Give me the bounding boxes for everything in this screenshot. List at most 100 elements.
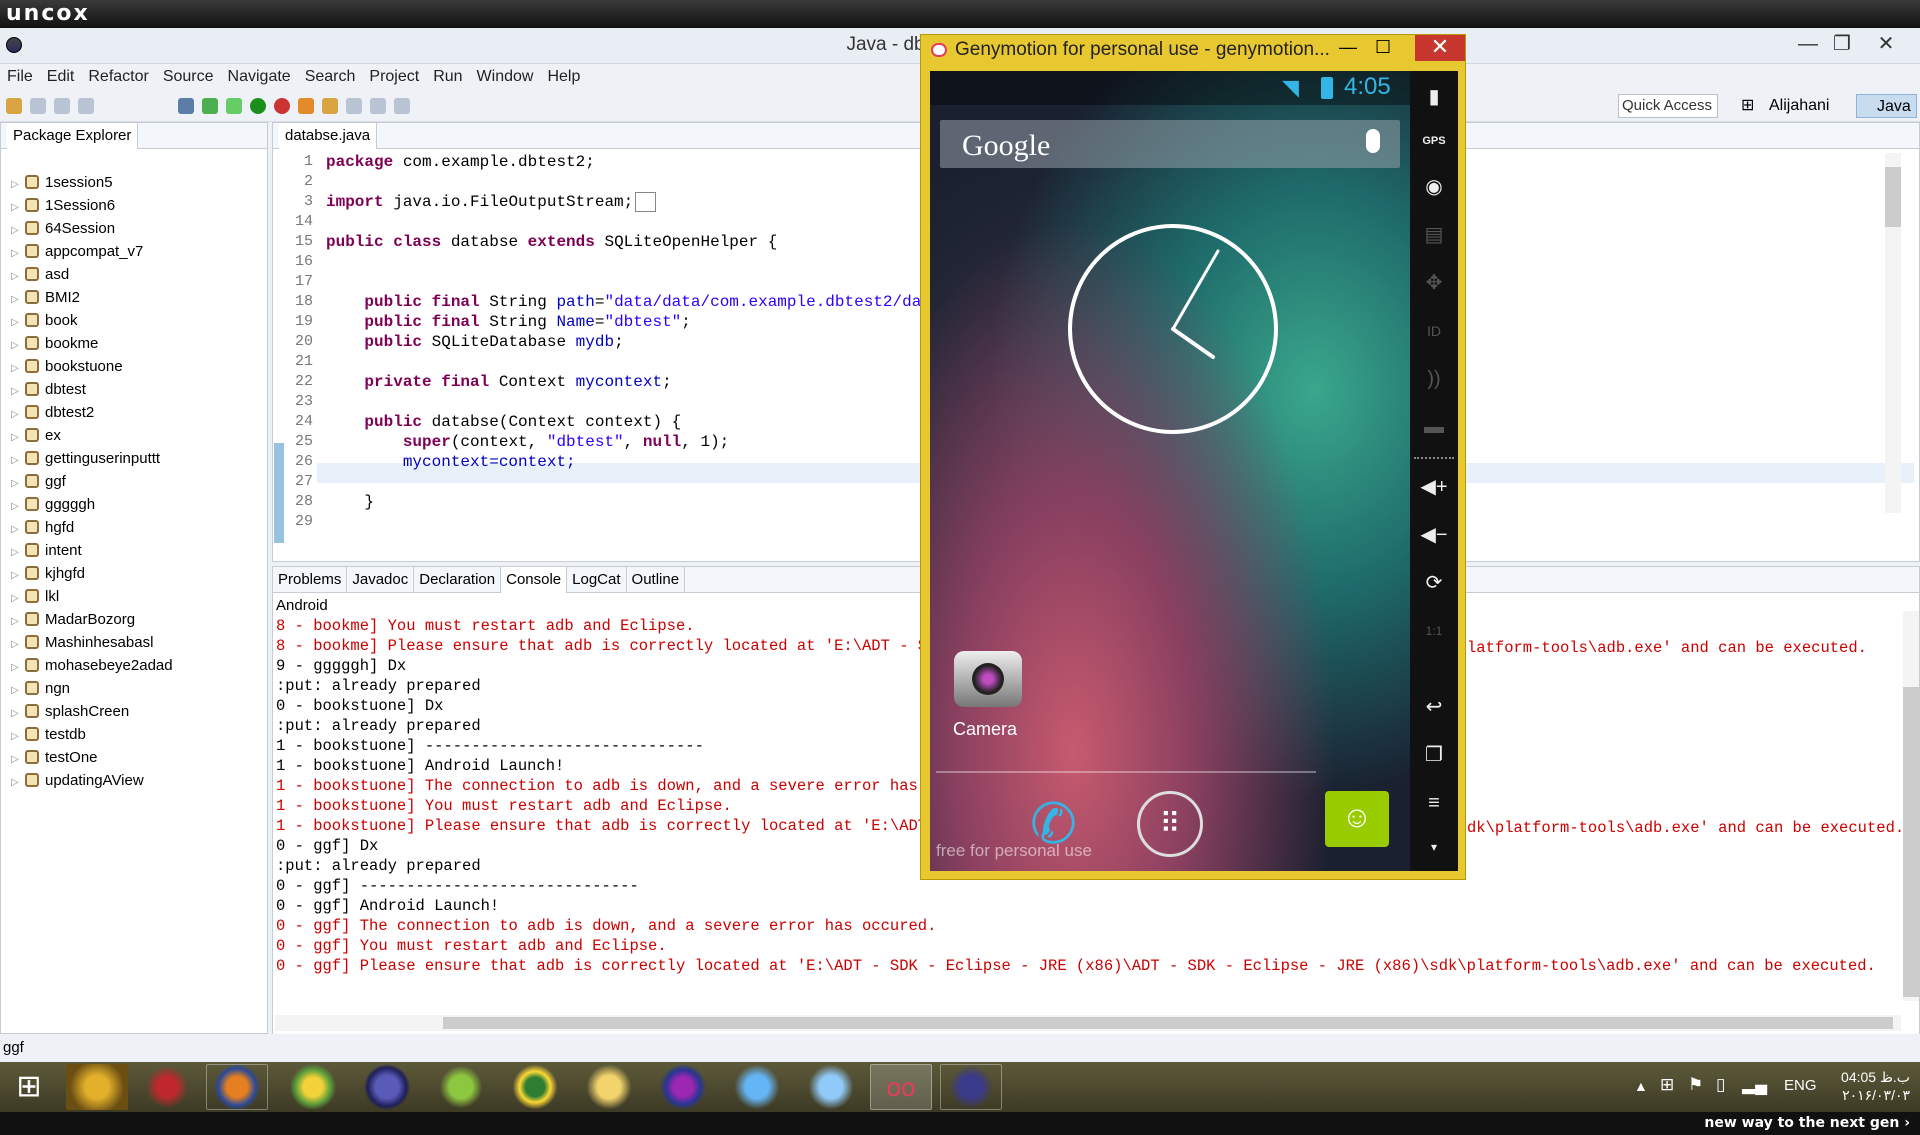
project-item[interactable]: ▷ updatingAView — [1, 769, 267, 792]
taskbar-firefox-icon[interactable] — [206, 1064, 268, 1110]
debug-icon[interactable] — [226, 98, 242, 114]
tray-battery-icon[interactable]: ▯ — [1716, 1075, 1725, 1095]
expand-arrow-icon[interactable]: ▷ — [11, 219, 25, 242]
expand-arrow-icon[interactable]: ▷ — [11, 265, 25, 288]
project-item[interactable]: ▷ dbtest2 — [1, 401, 267, 424]
project-item[interactable]: ▷ hgfd — [1, 516, 267, 539]
microphone-icon[interactable] — [1366, 129, 1380, 153]
sms-widget-icon[interactable]: ▬ — [1418, 411, 1450, 443]
expand-arrow-icon[interactable]: ▷ — [11, 357, 25, 380]
sidebar-more-icon[interactable]: ▾ — [1418, 831, 1450, 863]
code-line-1[interactable]: package com.example.dbtest2; — [326, 153, 595, 171]
expand-arrow-icon[interactable]: ▷ — [11, 472, 25, 495]
console-hscroll-thumb[interactable] — [443, 1017, 1893, 1029]
taskbar-winrar-icon[interactable] — [652, 1064, 714, 1110]
project-item[interactable]: ▷ asd — [1, 263, 267, 286]
expand-arrow-icon[interactable]: ▷ — [11, 173, 25, 196]
expand-arrow-icon[interactable]: ▷ — [11, 380, 25, 403]
project-item[interactable]: ▷ ex — [1, 424, 267, 447]
save-icon[interactable] — [30, 98, 46, 114]
menu-help[interactable]: Help — [540, 64, 587, 90]
search-icon[interactable] — [346, 98, 362, 114]
console-scroll-thumb[interactable] — [1903, 687, 1919, 997]
open-type-icon[interactable] — [322, 98, 338, 114]
tab-javadoc[interactable]: Javadoc — [347, 567, 415, 593]
expand-arrow-icon[interactable]: ▷ — [11, 656, 25, 679]
back-button-icon[interactable]: ↩ — [1418, 691, 1450, 723]
menu-run[interactable]: Run — [426, 64, 469, 90]
expand-arrow-icon[interactable]: ▷ — [11, 679, 25, 702]
expand-arrow-icon[interactable]: ▷ — [11, 449, 25, 472]
perspective-alijahani[interactable]: Alijahani — [1764, 94, 1834, 118]
expand-arrow-icon[interactable]: ▷ — [11, 518, 25, 541]
menu-refactor[interactable]: Refactor — [81, 64, 155, 90]
network-widget-icon[interactable]: )) — [1418, 363, 1450, 395]
menu-navigate[interactable]: Navigate — [221, 64, 298, 90]
code-line-19[interactable]: public final String Name="dbtest"; — [326, 313, 690, 331]
genymotion-minimize-button[interactable]: — — [1339, 37, 1357, 58]
tab-logcat[interactable]: LogCat — [567, 567, 627, 593]
taskbar-genymotion-icon[interactable]: oo — [870, 1064, 932, 1110]
project-item[interactable]: ▷ bookstuone — [1, 355, 267, 378]
taskbar-eclipse-active-icon[interactable] — [940, 1064, 1002, 1110]
expand-arrow-icon[interactable]: ▷ — [11, 242, 25, 265]
battery-widget-icon[interactable]: ▮ — [1418, 81, 1450, 113]
taskbar-eclipse-icon[interactable] — [356, 1064, 418, 1110]
project-item[interactable]: ▷ dbtest — [1, 378, 267, 401]
tray-expand-icon[interactable]: ▲ — [1634, 1078, 1648, 1094]
code-line-28[interactable]: } — [326, 493, 374, 511]
save-all-icon[interactable] — [54, 98, 70, 114]
recent-apps-icon[interactable]: ❐ — [1418, 739, 1450, 771]
new-class-icon[interactable] — [298, 98, 314, 114]
code-line-20[interactable]: public SQLiteDatabase mydb; — [326, 333, 623, 351]
project-item[interactable]: ▷ 64Session — [1, 217, 267, 240]
external-tools-icon[interactable] — [274, 98, 290, 114]
taskbar-remote-icon[interactable] — [800, 1064, 862, 1110]
taskbar-wow-icon[interactable] — [66, 1064, 128, 1110]
remote-control-icon[interactable]: ✥ — [1418, 267, 1450, 299]
menu-button-icon[interactable]: ≡ — [1418, 787, 1450, 819]
tray-language[interactable]: ENG — [1784, 1077, 1817, 1094]
taskbar-app-icon[interactable] — [136, 1064, 198, 1110]
expand-arrow-icon[interactable]: ▷ — [11, 702, 25, 725]
camera-app-icon[interactable] — [954, 651, 1022, 707]
maximize-button[interactable]: ❐ — [1822, 32, 1862, 58]
code-line-22[interactable]: private final Context mycontext; — [326, 373, 671, 391]
project-item[interactable]: ▷ appcompat_v7 — [1, 240, 267, 263]
analog-clock-widget[interactable] — [1065, 221, 1281, 437]
start-button[interactable]: ⊞ — [4, 1064, 54, 1110]
expand-arrow-icon[interactable]: ▷ — [11, 771, 25, 794]
expand-arrow-icon[interactable]: ▷ — [11, 633, 25, 656]
volume-up-icon[interactable]: ◀+ — [1418, 471, 1450, 503]
close-button[interactable]: ✕ — [1860, 32, 1912, 58]
expand-arrow-icon[interactable]: ▷ — [11, 495, 25, 518]
code-line-15[interactable]: public class databse extends SQLiteOpenH… — [326, 233, 777, 251]
menu-edit[interactable]: Edit — [40, 64, 82, 90]
tray-windows-icon[interactable]: ⊞ — [1660, 1075, 1674, 1095]
expand-arrow-icon[interactable]: ▷ — [11, 564, 25, 587]
open-perspective-icon[interactable]: ⊞ — [1736, 94, 1754, 118]
code-line-24[interactable]: public databse(Context context) { — [326, 413, 681, 431]
taskbar-media-icon[interactable] — [726, 1064, 788, 1110]
tab-package-explorer[interactable]: Package Explorer — [7, 123, 139, 149]
project-item[interactable]: ▷ 1session5 — [1, 171, 267, 194]
volume-down-icon[interactable]: ◀− — [1418, 519, 1450, 551]
expand-arrow-icon[interactable]: ▷ — [11, 311, 25, 334]
project-item[interactable]: ▷ book — [1, 309, 267, 332]
screencast-widget-icon[interactable]: ▤ — [1418, 219, 1450, 251]
print-icon[interactable] — [78, 98, 94, 114]
menu-file[interactable]: File — [0, 64, 40, 90]
taskbar-app3-icon[interactable] — [504, 1064, 566, 1110]
gps-widget-icon[interactable]: GPS — [1418, 125, 1450, 157]
project-item[interactable]: ▷ splashCreen — [1, 700, 267, 723]
taskbar-app2-icon[interactable] — [282, 1064, 344, 1110]
tray-signal-icon[interactable]: ▂▄ — [1742, 1075, 1767, 1095]
project-item[interactable]: ▷ testOne — [1, 746, 267, 769]
device-id-icon[interactable]: ID — [1418, 315, 1450, 347]
expand-arrow-icon[interactable]: ▷ — [11, 196, 25, 219]
tray-flag-icon[interactable]: ⚑ — [1688, 1075, 1703, 1095]
project-item[interactable]: ▷ gettinguserinputtt — [1, 447, 267, 470]
genymotion-close-button[interactable]: ✕ — [1415, 35, 1465, 61]
project-item[interactable]: ▷ BMI2 — [1, 286, 267, 309]
editor-scroll-thumb[interactable] — [1885, 167, 1901, 227]
